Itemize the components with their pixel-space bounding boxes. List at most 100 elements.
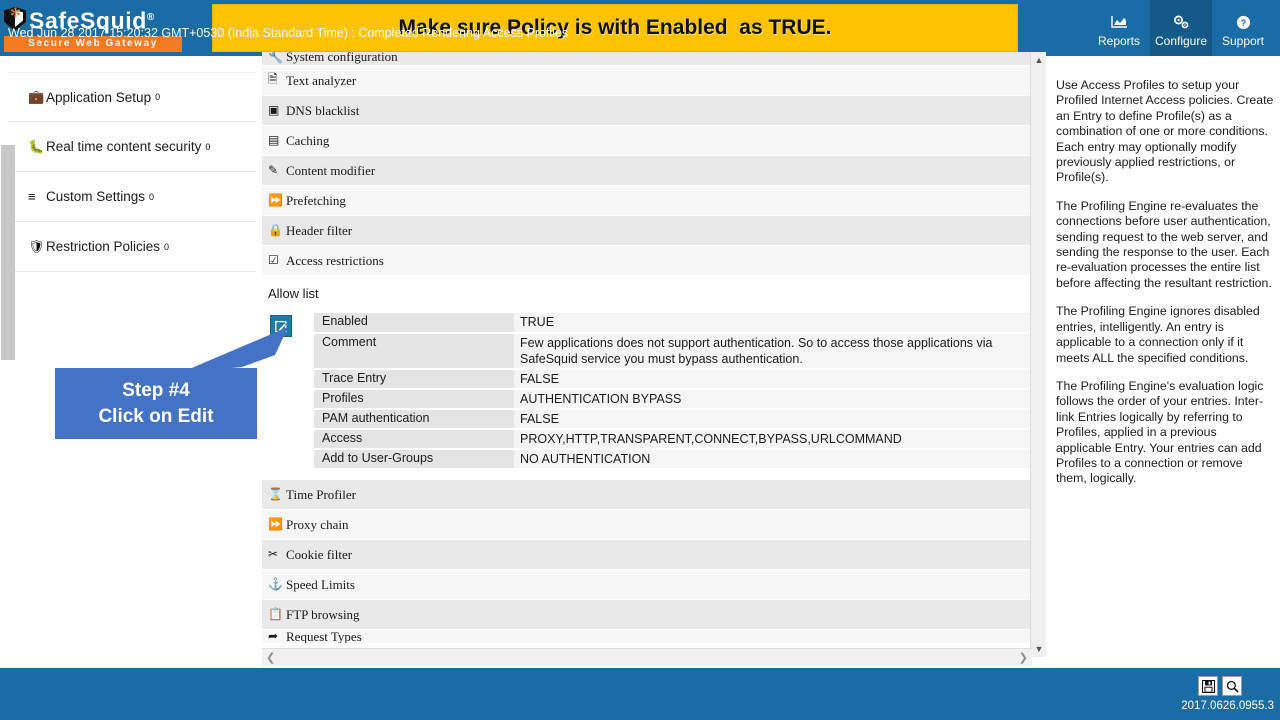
search-icon[interactable] — [1222, 676, 1242, 696]
field-value-pam-authentication: FALSE — [514, 409, 1032, 430]
scissors-icon: ✂ — [268, 547, 279, 561]
nav-item-configure[interactable]: Configure — [1150, 0, 1212, 56]
sidebar-item-real-time-content-security[interactable]: 🐛 Real time content security 0 — [8, 122, 256, 172]
sidebar-badge-application-setup: 0 — [155, 92, 161, 102]
accordion-row-caching[interactable]: ▤ Caching — [262, 126, 1032, 156]
sliders-icon: ≡ — [28, 189, 36, 204]
field-key-comment: Comment — [314, 333, 514, 370]
sidebar-badge-restriction-policies: 0 — [164, 241, 170, 252]
field-value-add-to-user-groups: NO AUTHENTICATION — [514, 449, 1032, 470]
accordion-label-prefetching: Prefetching — [286, 192, 346, 208]
gauge-icon: ⚓ — [268, 577, 283, 591]
accordion-label-header-filter: Header filter — [286, 222, 353, 238]
sidebar-label-custom-settings: Custom Settings — [46, 189, 146, 204]
wrench-icon: 🔧 — [268, 52, 283, 64]
scroll-right-arrow-icon[interactable]: ❯ — [1019, 651, 1028, 664]
accordion-row-header-filter[interactable]: 🔒 Header filter — [262, 216, 1032, 246]
accordion-label-content-modifier: Content modifier — [286, 162, 376, 178]
accordion-label-cookie-filter: Cookie filter — [286, 546, 353, 562]
nav-label-configure: Configure — [1154, 34, 1208, 48]
accordion-label-speed-limits: Speed Limits — [286, 576, 355, 592]
accordion-row-text-analyzer[interactable]: 🗎 Text analyzer — [262, 66, 1032, 96]
sidebar-label-application-setup: Application Setup — [46, 89, 152, 105]
gears-icon — [1172, 12, 1190, 32]
vertical-scrollbar-thumb[interactable] — [1, 145, 15, 360]
fast-forward-icon: ⏩ — [268, 517, 283, 531]
accordion-row-access-restrictions[interactable]: ☑ Access restrictions — [262, 246, 1032, 276]
status-message: Wed Jun 28 2017 15:20:32 GMT+0530 (India… — [8, 26, 569, 40]
status-bar-actions — [1198, 676, 1242, 696]
pencil-square-icon: ✎ — [268, 163, 279, 177]
accordion-row-time-profiler[interactable]: ⌛ Time Profiler — [262, 480, 1032, 510]
hourglass-icon: ⌛ — [268, 487, 283, 501]
accordion-row-system-configuration[interactable]: 🔧 System configuration — [262, 52, 1032, 66]
version-label: 2017.0626.0955.3 — [1181, 700, 1274, 712]
save-floppy-icon[interactable] — [1198, 676, 1218, 696]
accordion-row-cookie-filter[interactable]: ✂ Cookie filter — [262, 540, 1032, 570]
vertical-scrollbar[interactable]: ▲ ▼ — [1030, 52, 1046, 657]
briefcase-icon: 💼 — [28, 89, 45, 104]
accordion-row-proxy-chain[interactable]: ⏩ Proxy chain — [262, 510, 1032, 540]
bug-icon: 🐛 — [28, 138, 45, 154]
shield-icon: 🛡 — [28, 238, 45, 254]
nav-label-reports: Reports — [1097, 34, 1141, 48]
accordion-row-dns-blacklist[interactable]: ▣ DNS blacklist — [262, 96, 1032, 126]
nav-item-reports[interactable]: Reports — [1088, 0, 1150, 56]
accordion-row-content-modifier[interactable]: ✎ Content modifier — [262, 156, 1032, 186]
accordion-row-request-types[interactable]: ➦ Request Types — [262, 630, 1032, 644]
accordion-label-proxy-chain: Proxy chain — [286, 516, 349, 532]
sidebar-label-restriction-policies: Restriction Policies — [46, 239, 161, 254]
table-row[interactable]: PAM authentication FALSE — [314, 409, 1032, 430]
allow-list-fields-table: Enabled TRUE Comment Few applications do… — [314, 313, 1032, 470]
application-window: ✻ SafeSquid® Secure Web Gateway Make sur… — [0, 0, 1280, 720]
top-navigation: Reports Configure ? Support — [1088, 0, 1274, 56]
field-value-enabled: TRUE — [514, 313, 1032, 334]
table-row[interactable]: Access PROXY,HTTP,TRANSPARENT,CONNECT,BY… — [314, 429, 1032, 450]
accordion-label-request-types: Request Types — [286, 630, 362, 644]
allow-list-entry: Enabled TRUE Comment Few applications do… — [262, 313, 1032, 470]
nav-label-support: Support — [1221, 34, 1265, 48]
accordion-label-caching: Caching — [286, 132, 330, 148]
database-icon: ▤ — [268, 133, 280, 147]
help-paragraph-4: The Profiling Engine's evaluation logic … — [1056, 378, 1264, 486]
field-value-access: PROXY,HTTP,TRANSPARENT,CONNECT,BYPASS,UR… — [514, 429, 1032, 450]
accordion-row-speed-limits[interactable]: ⚓ Speed Limits — [262, 570, 1032, 600]
accordion-row-prefetching[interactable]: ⏩ Prefetching — [262, 186, 1032, 216]
help-panel: Use Access Profiles to setup your Profil… — [1048, 60, 1280, 660]
field-key-profiles: Profiles — [314, 389, 514, 410]
allow-list-title: Allow list — [268, 286, 319, 301]
field-value-trace-entry: FALSE — [514, 369, 1032, 390]
field-key-add-to-user-groups: Add to User-Groups — [314, 449, 514, 470]
arrow-icon: ➦ — [268, 630, 279, 643]
sidebar-item-restriction-policies[interactable]: 🛡 Restriction Policies 0 — [8, 222, 256, 272]
scroll-down-arrow-icon[interactable]: ▼ — [1031, 641, 1047, 657]
accordion-label-access-restrictions: Access restrictions — [286, 252, 384, 268]
accordion-label-time-profiler: Time Profiler — [286, 486, 356, 502]
scroll-up-arrow-icon[interactable]: ▲ — [1031, 52, 1047, 68]
field-key-pam-authentication: PAM authentication — [314, 409, 514, 430]
table-row[interactable]: Profiles AUTHENTICATION BYPASS — [314, 389, 1032, 410]
table-row[interactable]: Trace Entry FALSE — [314, 369, 1032, 390]
table-row[interactable]: Add to User-Groups NO AUTHENTICATION — [314, 449, 1032, 470]
sidebar-badge-real-time-content-security: 0 — [205, 141, 211, 152]
help-paragraph-1: Use Access Profiles to setup your Profil… — [1056, 78, 1274, 185]
accordion-label-system-configuration: System configuration — [286, 52, 398, 64]
accordion-label-text-analyzer: Text analyzer — [286, 72, 357, 88]
accordion-row-ftp-browsing[interactable]: 📋 FTP browsing — [262, 600, 1032, 630]
table-row[interactable]: Enabled TRUE — [314, 313, 1032, 334]
help-circle-icon: ? — [1236, 12, 1251, 32]
field-value-profiles: AUTHENTICATION BYPASS — [514, 389, 1032, 410]
nav-item-support[interactable]: ? Support — [1212, 0, 1274, 56]
document-icon: 🗎 — [268, 72, 278, 86]
scroll-left-arrow-icon[interactable]: ❮ — [266, 651, 275, 664]
horizontal-scrollbar[interactable]: ❮ ❯ — [262, 648, 1032, 666]
sidebar-item-custom-settings[interactable]: ≡ Custom Settings 0 — [8, 172, 256, 222]
field-key-access: Access — [314, 429, 514, 450]
callout-line-2: Click on Edit — [98, 405, 214, 427]
table-row[interactable]: Comment Few applications does not suppor… — [314, 333, 1032, 370]
checkbox-icon: ☑ — [268, 253, 279, 267]
lock-icon: 🔒 — [268, 223, 283, 237]
sidebar-item-application-setup[interactable]: 💼 Application Setup 0 — [8, 72, 256, 122]
field-value-comment: Few applications does not support authen… — [514, 333, 1032, 370]
field-key-enabled: Enabled — [314, 313, 514, 334]
